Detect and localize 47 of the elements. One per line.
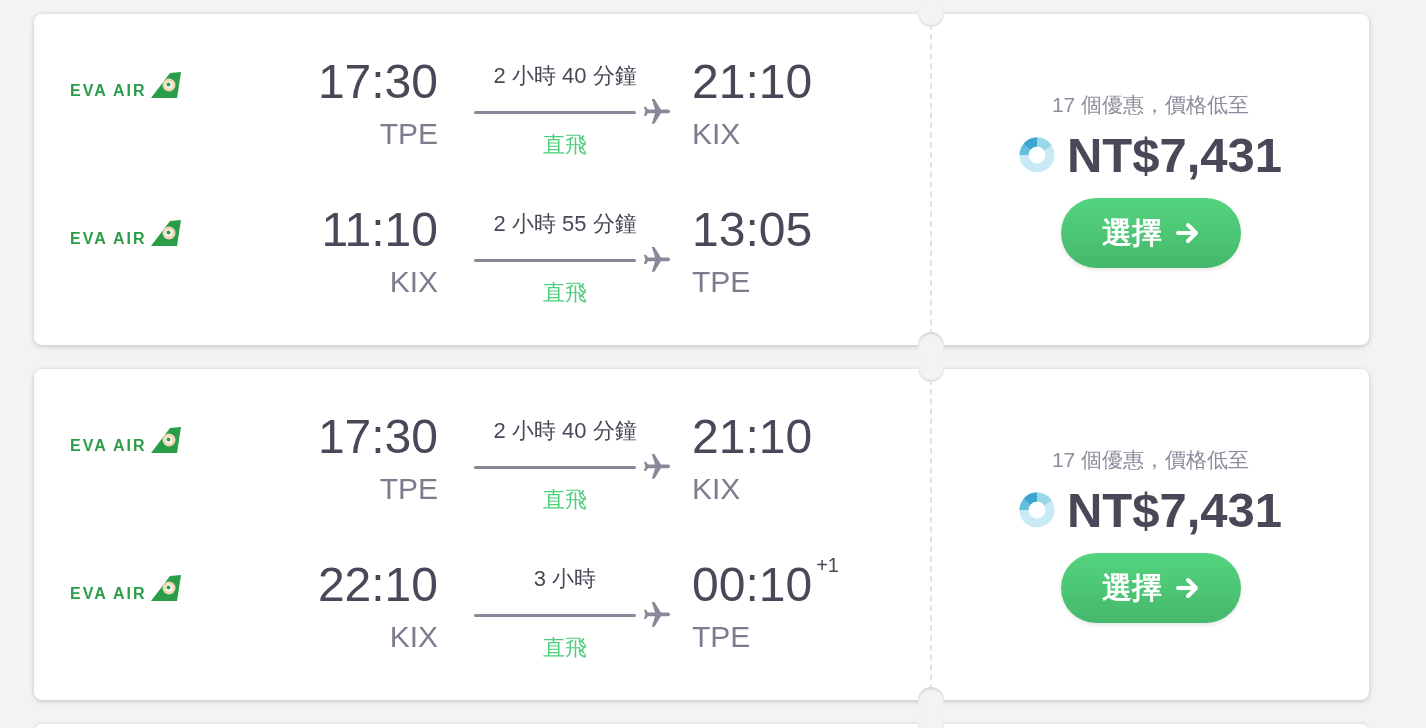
deals-count: 17 個優惠，價格低至 bbox=[1051, 92, 1250, 118]
flight-duration: 2 小時 40 分鐘 bbox=[492, 62, 638, 90]
arrival-airport: TPE bbox=[692, 620, 752, 654]
arrival-airport: TPE bbox=[692, 265, 752, 299]
select-button[interactable]: 選擇 bbox=[1060, 553, 1241, 623]
arrival-time: 13:05 bbox=[692, 204, 813, 256]
stops-label: 直飛 bbox=[542, 486, 588, 514]
price: NT$7,431 bbox=[1066, 482, 1283, 538]
stops-label: 直飛 bbox=[542, 634, 588, 662]
deals-count: 17 個優惠，價格低至 bbox=[1051, 447, 1250, 473]
airline-logo-text: EVA AIR bbox=[70, 232, 147, 246]
stops-label: 直飛 bbox=[542, 131, 588, 159]
airline-logo-text: EVA AIR bbox=[70, 84, 147, 98]
arrow-right-icon bbox=[1175, 577, 1200, 599]
airplane-icon bbox=[644, 602, 670, 628]
select-button[interactable]: 選擇 bbox=[1060, 198, 1241, 268]
tail-fin-icon bbox=[150, 220, 181, 246]
ring-icon bbox=[1018, 137, 1055, 173]
departure-time: 17:30 bbox=[316, 411, 438, 463]
departure-airport: KIX bbox=[388, 265, 438, 299]
flight-duration: 2 小時 40 分鐘 bbox=[492, 417, 638, 445]
tail-fin-icon bbox=[150, 72, 181, 98]
price: NT$7,431 bbox=[1066, 127, 1283, 183]
tail-fin-icon bbox=[150, 575, 181, 601]
airplane-icon bbox=[644, 247, 670, 273]
departure-time: 11:10 bbox=[320, 204, 438, 256]
flight-duration: 3 小時 bbox=[532, 565, 598, 593]
airline-logo-text: EVA AIR bbox=[70, 587, 147, 601]
arrival-time: 21:10 bbox=[692, 411, 813, 463]
airplane-icon bbox=[644, 454, 670, 480]
arrow-right-icon bbox=[1175, 222, 1200, 244]
flight-duration: 2 小時 55 分鐘 bbox=[492, 210, 638, 238]
arrival-airport: KIX bbox=[692, 117, 742, 151]
arrival-time: 21:10 bbox=[692, 56, 813, 108]
day-offset: +1 bbox=[816, 553, 839, 577]
departure-time: 22:10 bbox=[316, 559, 438, 611]
departure-airport: TPE bbox=[378, 117, 438, 151]
departure-airport: TPE bbox=[378, 472, 438, 506]
ring-icon bbox=[1018, 492, 1055, 528]
airline-logo-text: EVA AIR bbox=[70, 439, 147, 453]
stops-label: 直飛 bbox=[542, 279, 588, 307]
departure-time: 17:30 bbox=[316, 56, 438, 108]
departure-airport: KIX bbox=[388, 620, 438, 654]
arrival-time: 00:10 bbox=[692, 559, 813, 611]
tail-fin-icon bbox=[150, 427, 181, 453]
airplane-icon bbox=[644, 99, 670, 125]
arrival-airport: KIX bbox=[692, 472, 742, 506]
